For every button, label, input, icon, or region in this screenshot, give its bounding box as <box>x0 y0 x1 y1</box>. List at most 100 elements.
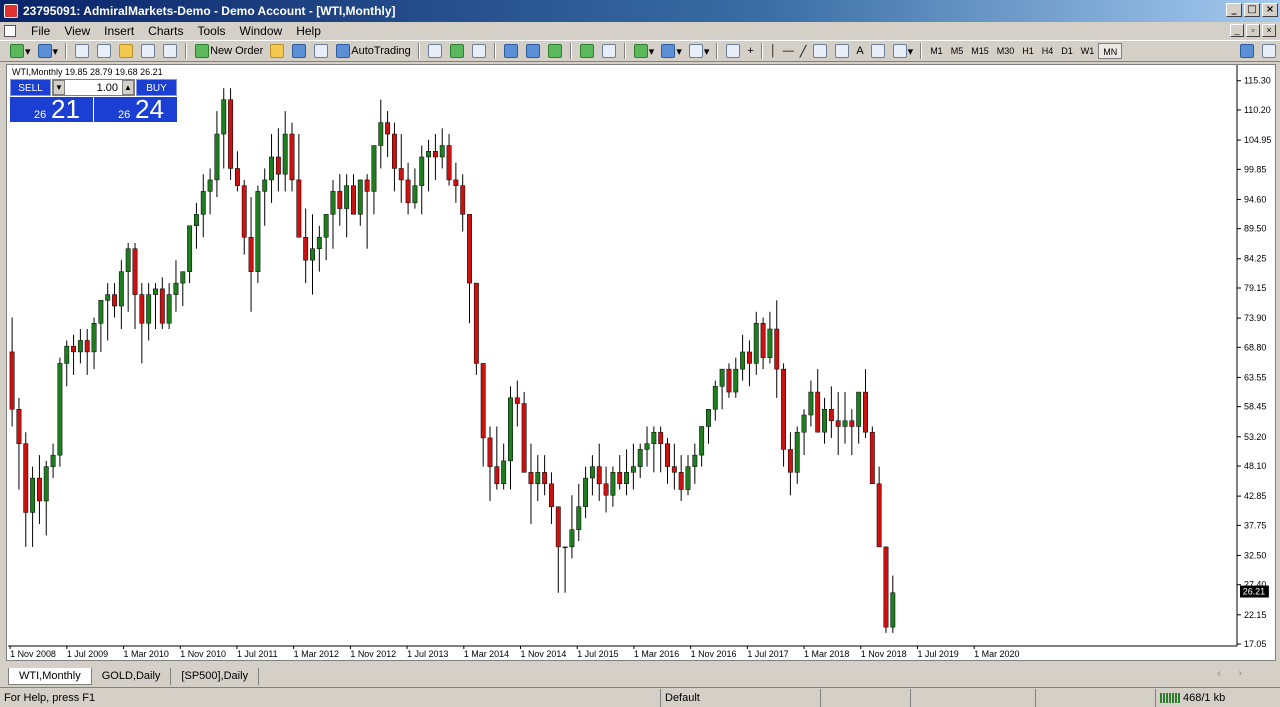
tf-d1[interactable]: D1 <box>1057 43 1077 59</box>
candle-body <box>883 546 889 628</box>
maximize-button[interactable]: □ <box>1244 3 1260 17</box>
candle-body <box>856 391 862 427</box>
bar-chart-icon <box>427 44 442 58</box>
candle-body <box>801 414 807 433</box>
status-cell-3 <box>1035 688 1155 707</box>
candle-body <box>207 179 213 192</box>
menu-tools[interactable]: Tools <box>191 24 233 38</box>
tf-m1[interactable]: M1 <box>926 43 947 59</box>
market-button[interactable] <box>310 42 332 60</box>
tf-h1[interactable]: H1 <box>1018 43 1038 59</box>
tf-w1[interactable]: W1 <box>1077 43 1099 59</box>
horizontal-line-button[interactable]: — <box>780 42 797 60</box>
text-button[interactable]: A <box>853 42 866 60</box>
text-label-button[interactable] <box>867 42 889 60</box>
menu-charts[interactable]: Charts <box>141 24 190 38</box>
price-tick-label: 110.20 <box>1244 105 1271 115</box>
mdi-minimize-button[interactable]: _ <box>1230 24 1244 37</box>
cursor-button[interactable] <box>722 42 744 60</box>
tab-scroll-arrows[interactable]: ‹› <box>1217 668 1260 679</box>
tab-gold-daily[interactable]: GOLD,Daily <box>92 668 172 685</box>
crosshair-button[interactable]: + <box>744 42 756 60</box>
price-tick-label: 94.60 <box>1244 194 1266 204</box>
symbol-info: WTI,Monthly 19.85 28.79 19.68 26.21 <box>12 67 163 77</box>
zoom-out-button[interactable] <box>522 42 544 60</box>
price-tick-label: 63.55 <box>1244 372 1266 382</box>
terminal-button[interactable] <box>137 42 159 60</box>
sell-price[interactable]: 26 21 <box>10 94 93 124</box>
time-ticks: 1 Nov 2008 1 Jul 2009 1 Mar 2010 1 Nov 2010… <box>9 646 1019 659</box>
price-tick-label: 42.85 <box>1244 491 1266 501</box>
sell-button[interactable]: SELL <box>10 79 51 96</box>
candle-body <box>863 391 868 433</box>
lot-up-icon[interactable]: ▲ <box>122 80 134 95</box>
fibo-button[interactable] <box>831 42 853 60</box>
signals-button[interactable] <box>288 42 310 60</box>
lot-down-icon[interactable]: ▼ <box>53 80 65 95</box>
autoscroll-button[interactable] <box>576 42 598 60</box>
new-chart-button[interactable]: ▾ <box>6 42 34 60</box>
tf-mn[interactable]: MN <box>1098 43 1123 59</box>
candle-body <box>84 340 90 353</box>
tf-m30[interactable]: M30 <box>993 43 1019 59</box>
autotrading-button[interactable]: AutoTrading <box>332 42 414 60</box>
channel-button[interactable] <box>809 42 831 60</box>
new-chart-icon <box>10 44 24 58</box>
close-button[interactable]: × <box>1262 3 1278 17</box>
account-button[interactable] <box>1258 42 1280 60</box>
candle-body <box>221 99 227 135</box>
chart-shift-button[interactable] <box>598 42 620 60</box>
crosshair-icon <box>97 44 112 58</box>
tester-button[interactable] <box>159 42 181 60</box>
navigator-button[interactable] <box>115 42 137 60</box>
menu-window[interactable]: Window <box>233 24 290 38</box>
menu-view[interactable]: View <box>57 24 97 38</box>
menu-help[interactable]: Help <box>289 24 328 38</box>
tile-windows-button[interactable] <box>544 42 566 60</box>
profiles-button[interactable]: ▾ <box>34 42 62 60</box>
lot-value[interactable]: 1.00 <box>65 82 122 94</box>
minimize-button[interactable]: _ <box>1226 3 1242 17</box>
candle-body <box>876 483 882 548</box>
tf-h4[interactable]: H4 <box>1038 43 1058 59</box>
market-watch-button[interactable] <box>71 42 93 60</box>
tab-sp500-daily[interactable]: [SP500],Daily <box>171 668 260 685</box>
candle-body <box>665 443 670 467</box>
candles <box>9 88 896 633</box>
indicators-button[interactable]: ▾ <box>630 42 658 60</box>
tf-m5[interactable]: M5 <box>947 43 968 59</box>
periods-button[interactable]: ▾ <box>657 42 685 60</box>
vertical-line-button[interactable]: │ <box>767 42 780 60</box>
price-tick-label: 89.50 <box>1244 224 1266 234</box>
status-traffic: 468/1 kb <box>1155 688 1270 707</box>
price-tick-label: 37.75 <box>1244 520 1266 530</box>
candle-body <box>589 466 595 479</box>
candle-body <box>180 271 186 284</box>
tab-wti-monthly[interactable]: WTI,Monthly <box>8 668 92 685</box>
time-tick-label: 1 Jul 2011 <box>237 649 278 659</box>
candlesticks-button[interactable] <box>446 42 468 60</box>
mdi-restore-button[interactable]: ▫ <box>1246 24 1260 37</box>
time-tick-label: 1 Mar 2018 <box>804 649 849 659</box>
candle-body <box>43 466 49 502</box>
menu-insert[interactable]: Insert <box>97 24 141 38</box>
line-chart-button[interactable] <box>468 42 490 60</box>
arrows-button[interactable]: ▾ <box>889 42 917 60</box>
time-tick-label: 1 Mar 2020 <box>974 649 1019 659</box>
candle-body <box>371 145 377 192</box>
price-chart[interactable]: 115.30 110.20 104.95 99.85 94.60 89.50 84.25 79… <box>6 64 1276 661</box>
search-button[interactable] <box>1236 42 1258 60</box>
bar-chart-button[interactable] <box>424 42 446 60</box>
buy-price[interactable]: 26 24 <box>94 94 177 124</box>
candle-body <box>255 191 261 272</box>
data-window-button[interactable] <box>93 42 115 60</box>
mdi-close-button[interactable]: × <box>1262 24 1276 37</box>
new-order-button[interactable]: New Order <box>191 42 266 60</box>
metaeditor-button[interactable] <box>266 42 288 60</box>
zoom-in-button[interactable] <box>500 42 522 60</box>
templates-button[interactable]: ▾ <box>685 42 713 60</box>
trendline-button[interactable]: ╱ <box>797 42 810 60</box>
candle-body <box>71 345 76 353</box>
menu-file[interactable]: File <box>24 24 57 38</box>
tf-m15[interactable]: M15 <box>967 43 993 59</box>
